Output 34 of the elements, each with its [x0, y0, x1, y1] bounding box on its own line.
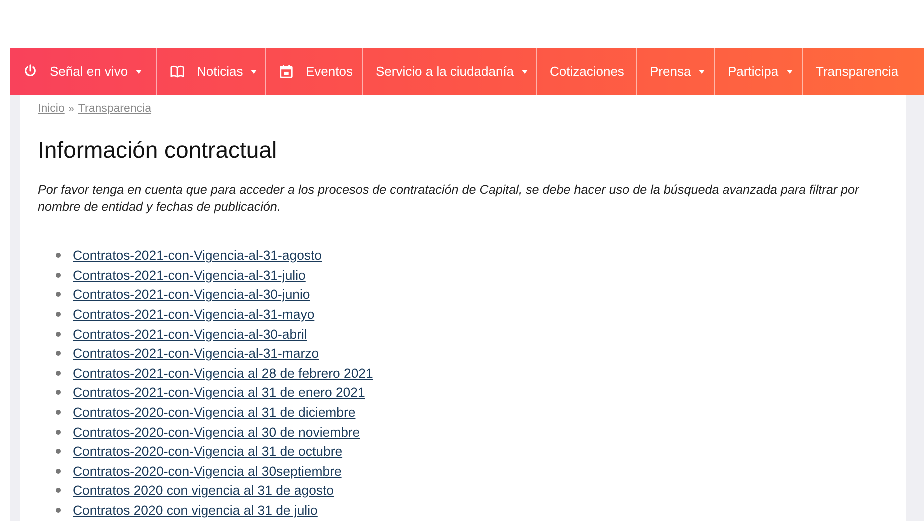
- bullet-icon: [56, 468, 61, 474]
- document-link[interactable]: Contratos-2020-con-Vigencia al 31 de octubre: [73, 444, 343, 460]
- bullet-icon: [56, 449, 61, 454]
- bullet-icon: [56, 253, 61, 258]
- document-link[interactable]: Contratos 2020 con vigencia al 31 de julio: [73, 503, 318, 518]
- breadcrumb-separator: »: [68, 104, 74, 114]
- bullet-icon: [56, 351, 61, 356]
- document-link[interactable]: Contratos-2021-con-Vigencia-al-31-agosto: [73, 248, 322, 264]
- calendar-icon: [279, 64, 294, 79]
- document-link[interactable]: Contratos-2021-con-Vigencia al 31 de enero 2021: [73, 385, 366, 400]
- document-link[interactable]: Contratos-2020-con-Vigencia al 31 de diciembre: [73, 405, 356, 420]
- bullet-icon: [56, 332, 61, 337]
- bullet-icon: [56, 370, 61, 376]
- document-link[interactable]: Contratos-2021-con-Vigencia-al-31-marzo: [73, 346, 320, 362]
- document-link[interactable]: Contratos-2021-con-Vigencia al 28 de febrero 2021: [73, 366, 374, 381]
- bullet-icon: [56, 488, 61, 494]
- document-link[interactable]: Contratos-2021-con-Vigencia-al-30-junio: [73, 287, 310, 302]
- power-icon: [23, 64, 38, 79]
- bullet-icon: [56, 508, 61, 514]
- document-link[interactable]: Contratos-2021-con-Vigencia-al-31-julio: [73, 268, 306, 283]
- bullet-icon: [56, 272, 61, 278]
- document-link[interactable]: Contratos-2021-con-Vigencia-al-30-abril: [73, 326, 308, 342]
- bullet-icon: [56, 390, 61, 396]
- page-title: Información contractual: [38, 137, 278, 164]
- notice-text: Por favor tenga en cuenta que para acceder a los procesos de contratación de Capital, se debe hacer uso de la búsqueda avanzada para filtrar por nombre de entidad y fechas de publicación.: [38, 182, 860, 216]
- bullet-icon: [56, 312, 61, 318]
- document-link[interactable]: Contratos-2021-con-Vigencia-al-31-mayo: [73, 307, 315, 322]
- document-link[interactable]: Contratos 2020 con vigencia al 31 de agosto: [73, 483, 334, 498]
- bullet-icon: [56, 430, 61, 435]
- document-link[interactable]: Contratos-2020-con-Vigencia al 30 de noviembre: [73, 424, 360, 440]
- bullet-icon: [56, 410, 61, 416]
- book-icon: [170, 64, 185, 79]
- bullet-icon: [56, 292, 61, 298]
- document-link[interactable]: Contratos-2020-con-Vigencia al 30septiembre: [73, 464, 342, 479]
